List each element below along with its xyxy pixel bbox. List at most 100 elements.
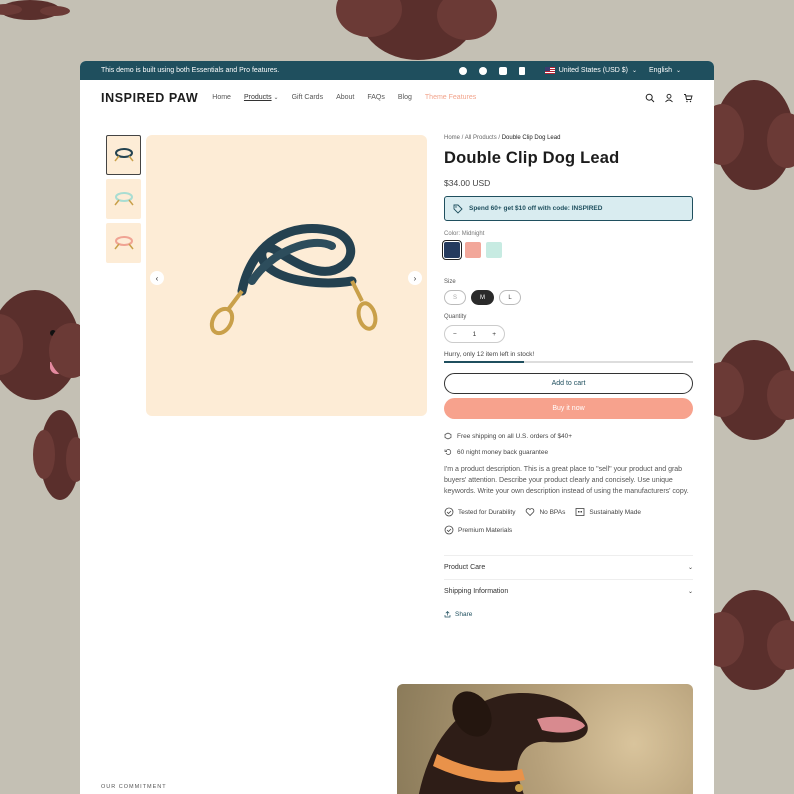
breadcrumb-current: Double Clip Dog Lead bbox=[501, 135, 561, 141]
shipping-text: Free shipping on all U.S. orders of $40+ bbox=[457, 432, 573, 440]
announcement-bar: This demo is built using both Essentials… bbox=[80, 61, 714, 80]
nav-products[interactable]: Products ⌄ bbox=[244, 94, 279, 101]
nav-products-label: Products bbox=[243, 94, 272, 101]
check-circle-icon bbox=[444, 507, 454, 517]
quantity-label: Quantity bbox=[444, 314, 467, 320]
leash-image bbox=[113, 192, 134, 206]
breadcrumb-home[interactable]: Home bbox=[444, 135, 460, 141]
country-selector[interactable]: United States (USD $) ⌄ bbox=[544, 67, 637, 74]
announcement-message: This demo is built using both Essentials… bbox=[101, 67, 280, 74]
stock-progress-bar bbox=[444, 361, 693, 363]
header-actions bbox=[645, 93, 693, 103]
background-dog-illustration bbox=[32, 410, 87, 500]
social-links bbox=[458, 66, 525, 75]
accordion-product-care[interactable]: Product Care ⌄ bbox=[444, 555, 693, 579]
main-nav: Home Products ⌄ Gift Cards About FAQs Bl… bbox=[212, 94, 645, 101]
language-selector[interactable]: English ⌄ bbox=[649, 67, 681, 74]
facebook-icon[interactable] bbox=[458, 66, 467, 75]
thumbnail-peach[interactable] bbox=[106, 223, 141, 263]
shipping-feature: Free shipping on all U.S. orders of $40+ bbox=[444, 432, 693, 440]
leash-image bbox=[113, 236, 134, 250]
swatch-midnight[interactable] bbox=[442, 240, 462, 260]
heart-icon bbox=[526, 508, 535, 517]
background-dog-illustration bbox=[699, 80, 794, 190]
next-image-button[interactable]: › bbox=[408, 271, 422, 285]
country-label: United States (USD $) bbox=[558, 67, 628, 74]
promo-banner: Spend 60+ get $10 off with code: INSPIRE… bbox=[444, 196, 693, 221]
background-dog-illustration bbox=[699, 590, 794, 690]
background-dog-illustration bbox=[699, 340, 794, 440]
color-label-text: Color: bbox=[444, 231, 461, 237]
tiktok-icon[interactable] bbox=[518, 66, 525, 75]
dog-photo bbox=[418, 691, 588, 794]
stock-progress-fill bbox=[444, 361, 524, 363]
product-description: I'm a product description. This is a gre… bbox=[444, 466, 689, 495]
thumbnail-midnight[interactable] bbox=[106, 135, 141, 175]
color-value: Midnight bbox=[461, 231, 485, 237]
share-button[interactable]: Share bbox=[444, 611, 693, 618]
badge-durability: Tested for Durability bbox=[444, 507, 515, 517]
return-icon bbox=[444, 449, 452, 455]
accordion-shipping-information[interactable]: Shipping Information ⌄ bbox=[444, 579, 693, 603]
add-to-cart-button[interactable]: Add to cart bbox=[444, 373, 693, 394]
badge-label: Sustainably Made bbox=[589, 508, 642, 516]
chevron-down-icon: ⌄ bbox=[675, 68, 681, 74]
swatch-mint[interactable] bbox=[486, 242, 502, 258]
factory-icon bbox=[575, 508, 585, 516]
promo-text: Spend 60+ get $10 off with code: INSPIRE… bbox=[469, 205, 603, 212]
background-dog-illustration bbox=[0, 0, 70, 20]
search-icon[interactable] bbox=[645, 93, 655, 103]
previous-image-button[interactable]: ‹ bbox=[150, 271, 164, 285]
increase-quantity-button[interactable]: + bbox=[492, 331, 496, 338]
chevron-down-icon: ⌄ bbox=[273, 95, 279, 101]
language-label: English bbox=[649, 67, 672, 74]
buy-now-button[interactable]: Buy it now bbox=[444, 398, 693, 419]
product-badges: Tested for Durability No BPAs Sustainabl… bbox=[444, 507, 693, 535]
quantity-value[interactable]: 1 bbox=[473, 331, 477, 338]
double-clip-lead-image bbox=[209, 223, 377, 335]
main-product-image bbox=[146, 135, 427, 416]
accordion-title: Shipping Information bbox=[444, 588, 509, 595]
pinterest-icon[interactable] bbox=[478, 66, 487, 75]
product-title: Double Clip Dog Lead bbox=[444, 149, 620, 167]
product-info: Home / All Products / Double Clip Dog Le… bbox=[442, 135, 693, 618]
leash-image bbox=[113, 148, 134, 162]
nav-about[interactable]: About bbox=[336, 94, 354, 101]
product-price: $34.00 USD bbox=[444, 178, 491, 188]
chevron-down-icon: ⌄ bbox=[687, 589, 693, 595]
size-option-s[interactable]: S bbox=[444, 290, 467, 305]
store-window: This demo is built using both Essentials… bbox=[80, 61, 714, 794]
guarantee-feature: 60 night money back guarantee bbox=[444, 448, 693, 456]
quantity-stepper: − 1 + bbox=[444, 325, 505, 343]
share-label: Share bbox=[455, 611, 473, 618]
account-icon[interactable] bbox=[664, 93, 674, 103]
badge-sustainably-made: Sustainably Made bbox=[575, 507, 641, 517]
thumbnail-mint[interactable] bbox=[106, 179, 141, 219]
nav-theme-features[interactable]: Theme Features bbox=[425, 94, 476, 101]
nav-faqs[interactable]: FAQs bbox=[367, 94, 385, 101]
nav-gift-cards[interactable]: Gift Cards bbox=[292, 94, 324, 101]
tag-icon bbox=[453, 204, 463, 214]
share-icon bbox=[444, 611, 451, 618]
size-options: S M L bbox=[444, 290, 693, 305]
size-option-m[interactable]: M bbox=[471, 290, 495, 305]
store-logo[interactable]: INSPIRED PAW bbox=[101, 91, 198, 105]
accordion-title: Product Care bbox=[444, 564, 486, 571]
instagram-icon[interactable] bbox=[498, 66, 507, 75]
stock-message: Hurry, only 12 item left in stock! bbox=[444, 351, 535, 358]
badge-label: Tested for Durability bbox=[458, 508, 516, 516]
swatch-peach[interactable] bbox=[465, 242, 481, 258]
nav-blog[interactable]: Blog bbox=[398, 94, 412, 101]
nav-home[interactable]: Home bbox=[212, 94, 231, 101]
check-circle-icon bbox=[444, 525, 454, 535]
chevron-down-icon: ⌄ bbox=[631, 68, 637, 74]
breadcrumb-all-products[interactable]: All Products bbox=[465, 135, 497, 141]
chevron-down-icon: ⌄ bbox=[687, 565, 693, 571]
guarantee-text: 60 night money back guarantee bbox=[457, 448, 549, 456]
cart-icon[interactable] bbox=[683, 93, 693, 103]
decrease-quantity-button[interactable]: − bbox=[453, 331, 457, 338]
breadcrumb: Home / All Products / Double Clip Dog Le… bbox=[444, 135, 561, 141]
box-icon bbox=[444, 432, 452, 440]
background-dog-illustration bbox=[336, 0, 498, 60]
size-option-l[interactable]: L bbox=[499, 290, 522, 305]
